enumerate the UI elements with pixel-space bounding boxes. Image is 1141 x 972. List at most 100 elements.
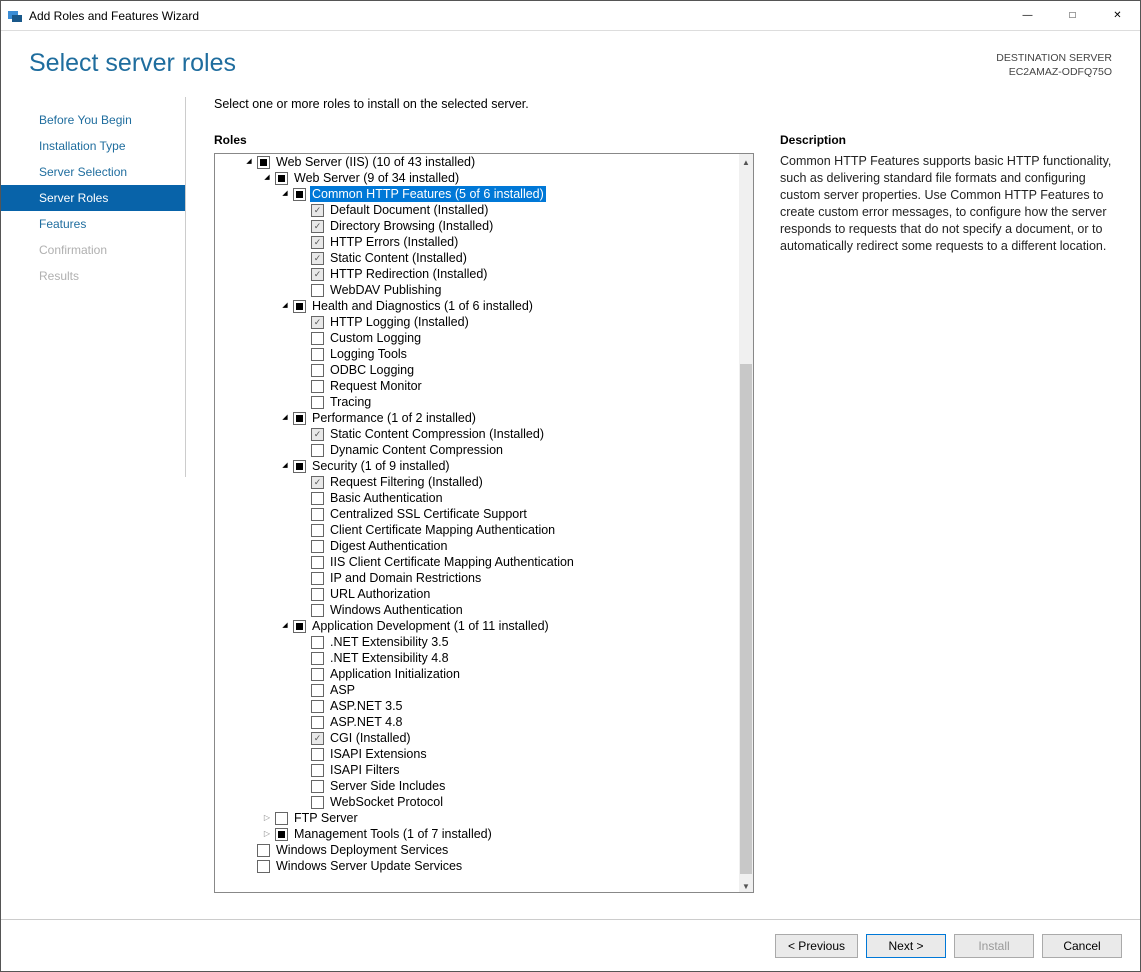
- scroll-down-icon[interactable]: ▼: [741, 879, 751, 891]
- tree-item-label[interactable]: ISAPI Filters: [328, 762, 401, 778]
- tree-row[interactable]: HTTP Errors (Installed): [217, 234, 739, 250]
- tree-item-label[interactable]: Centralized SSL Certificate Support: [328, 506, 529, 522]
- tree-row[interactable]: ◢ Web Server (9 of 34 installed): [217, 170, 739, 186]
- tree-row[interactable]: ASP.NET 4.8: [217, 714, 739, 730]
- tree-checkbox[interactable]: [311, 764, 324, 777]
- tree-item-label[interactable]: Digest Authentication: [328, 538, 449, 554]
- tree-checkbox[interactable]: [311, 508, 324, 521]
- tree-item-label[interactable]: Static Content (Installed): [328, 250, 469, 266]
- tree-item-label[interactable]: Tracing: [328, 394, 373, 410]
- tree-checkbox[interactable]: [311, 268, 324, 281]
- maximize-button[interactable]: □: [1050, 1, 1095, 31]
- tree-item-label[interactable]: Client Certificate Mapping Authenticatio…: [328, 522, 557, 538]
- tree-checkbox[interactable]: [311, 684, 324, 697]
- nav-step-0[interactable]: Before You Begin: [1, 107, 186, 133]
- nav-step-2[interactable]: Server Selection: [1, 159, 186, 185]
- previous-button[interactable]: < Previous: [775, 934, 858, 958]
- tree-row[interactable]: WebSocket Protocol: [217, 794, 739, 810]
- tree-item-label[interactable]: ASP.NET 3.5: [328, 698, 405, 714]
- tree-item-label[interactable]: Request Filtering (Installed): [328, 474, 485, 490]
- tree-row[interactable]: ASP.NET 3.5: [217, 698, 739, 714]
- tree-row[interactable]: ▷Management Tools (1 of 7 installed): [217, 826, 739, 842]
- tree-item-label[interactable]: ISAPI Extensions: [328, 746, 429, 762]
- tree-row[interactable]: Windows Authentication: [217, 602, 739, 618]
- roles-tree[interactable]: Volume Activation Services◢Web Server (I…: [215, 153, 739, 876]
- tree-row[interactable]: Windows Deployment Services: [217, 842, 739, 858]
- tree-row[interactable]: ◢ Application Development (1 of 11 instal…: [217, 618, 739, 634]
- collapse-icon[interactable]: ◢: [243, 154, 255, 170]
- tree-item-label[interactable]: Server Side Includes: [328, 778, 447, 794]
- tree-item-label[interactable]: Custom Logging: [328, 330, 423, 346]
- tree-item-label[interactable]: Basic Authentication: [328, 490, 445, 506]
- tree-item-label[interactable]: Windows Authentication: [328, 602, 465, 618]
- tree-row[interactable]: IP and Domain Restrictions: [217, 570, 739, 586]
- tree-row[interactable]: ASP: [217, 682, 739, 698]
- tree-row[interactable]: HTTP Logging (Installed): [217, 314, 739, 330]
- tree-checkbox[interactable]: [311, 748, 324, 761]
- tree-checkbox[interactable]: [311, 716, 324, 729]
- tree-row[interactable]: Custom Logging: [217, 330, 739, 346]
- tree-item-label[interactable]: Windows Server Update Services: [274, 858, 464, 874]
- tree-item-label[interactable]: Windows Deployment Services: [274, 842, 450, 858]
- tree-checkbox[interactable]: [311, 348, 324, 361]
- tree-checkbox[interactable]: [257, 844, 270, 857]
- tree-row[interactable]: ◢Performance (1 of 2 installed): [217, 410, 739, 426]
- tree-row[interactable]: Basic Authentication: [217, 490, 739, 506]
- tree-checkbox[interactable]: [311, 636, 324, 649]
- tree-checkbox[interactable]: [275, 172, 288, 185]
- tree-row[interactable]: Digest Authentication: [217, 538, 739, 554]
- tree-checkbox[interactable]: [311, 556, 324, 569]
- tree-scrollbar[interactable]: ▲ ▼: [739, 154, 753, 892]
- minimize-button[interactable]: —: [1005, 1, 1050, 31]
- next-button[interactable]: Next >: [866, 934, 946, 958]
- tree-checkbox[interactable]: [311, 604, 324, 617]
- tree-checkbox[interactable]: [311, 204, 324, 217]
- tree-row[interactable]: ◢ Security (1 of 9 installed): [217, 458, 739, 474]
- tree-row[interactable]: IIS Client Certificate Mapping Authentic…: [217, 554, 739, 570]
- tree-item-label[interactable]: Security (1 of 9 installed): [310, 458, 452, 474]
- tree-row[interactable]: Application Initialization: [217, 666, 739, 682]
- tree-row[interactable]: Directory Browsing (Installed): [217, 218, 739, 234]
- tree-checkbox[interactable]: [311, 252, 324, 265]
- tree-item-label[interactable]: Request Monitor: [328, 378, 424, 394]
- tree-checkbox[interactable]: [257, 156, 270, 169]
- tree-checkbox[interactable]: [311, 316, 324, 329]
- tree-row[interactable]: ◢ Health and Diagnostics (1 of 6 installe…: [217, 298, 739, 314]
- tree-item-label[interactable]: Web Server (9 of 34 installed): [292, 170, 461, 186]
- nav-step-3[interactable]: Server Roles: [1, 185, 186, 211]
- tree-row[interactable]: Static Content Compression (Installed): [217, 426, 739, 442]
- tree-row[interactable]: HTTP Redirection (Installed): [217, 266, 739, 282]
- tree-checkbox[interactable]: [311, 572, 324, 585]
- tree-checkbox[interactable]: [311, 732, 324, 745]
- collapse-icon[interactable]: ◢: [261, 170, 273, 186]
- tree-checkbox[interactable]: [311, 668, 324, 681]
- tree-item-label[interactable]: WebDAV Publishing: [328, 282, 443, 298]
- tree-row[interactable]: ISAPI Extensions: [217, 746, 739, 762]
- tree-row[interactable]: CGI (Installed): [217, 730, 739, 746]
- collapse-icon[interactable]: ◢: [279, 458, 291, 474]
- tree-item-label[interactable]: IIS Client Certificate Mapping Authentic…: [328, 554, 576, 570]
- tree-item-label[interactable]: IP and Domain Restrictions: [328, 570, 483, 586]
- tree-row[interactable]: ISAPI Filters: [217, 762, 739, 778]
- tree-item-label[interactable]: Management Tools (1 of 7 installed): [292, 826, 494, 842]
- tree-item-label[interactable]: HTTP Redirection (Installed): [328, 266, 489, 282]
- tree-item-label[interactable]: Application Development (1 of 11 install…: [310, 618, 551, 634]
- close-button[interactable]: ✕: [1095, 1, 1140, 31]
- tree-item-label[interactable]: .NET Extensibility 4.8: [328, 650, 451, 666]
- collapse-icon[interactable]: ◢: [279, 298, 291, 314]
- collapse-icon[interactable]: ◢: [279, 618, 291, 634]
- tree-item-label[interactable]: FTP Server: [292, 810, 360, 826]
- install-button[interactable]: Install: [954, 934, 1034, 958]
- cancel-button[interactable]: Cancel: [1042, 934, 1122, 958]
- tree-checkbox[interactable]: [311, 396, 324, 409]
- tree-checkbox[interactable]: [257, 860, 270, 873]
- tree-row[interactable]: Server Side Includes: [217, 778, 739, 794]
- tree-row[interactable]: ◢ Web Server (IIS) (10 of 43 installed): [217, 154, 739, 170]
- tree-item-label[interactable]: Health and Diagnostics (1 of 6 installed…: [310, 298, 535, 314]
- tree-item-label[interactable]: Dynamic Content Compression: [328, 442, 505, 458]
- scroll-thumb[interactable]: [740, 364, 752, 874]
- tree-item-label[interactable]: HTTP Errors (Installed): [328, 234, 460, 250]
- tree-item-label[interactable]: ASP.NET 4.8: [328, 714, 405, 730]
- tree-item-label[interactable]: Web Server (IIS) (10 of 43 installed): [274, 154, 477, 170]
- tree-checkbox[interactable]: [311, 380, 324, 393]
